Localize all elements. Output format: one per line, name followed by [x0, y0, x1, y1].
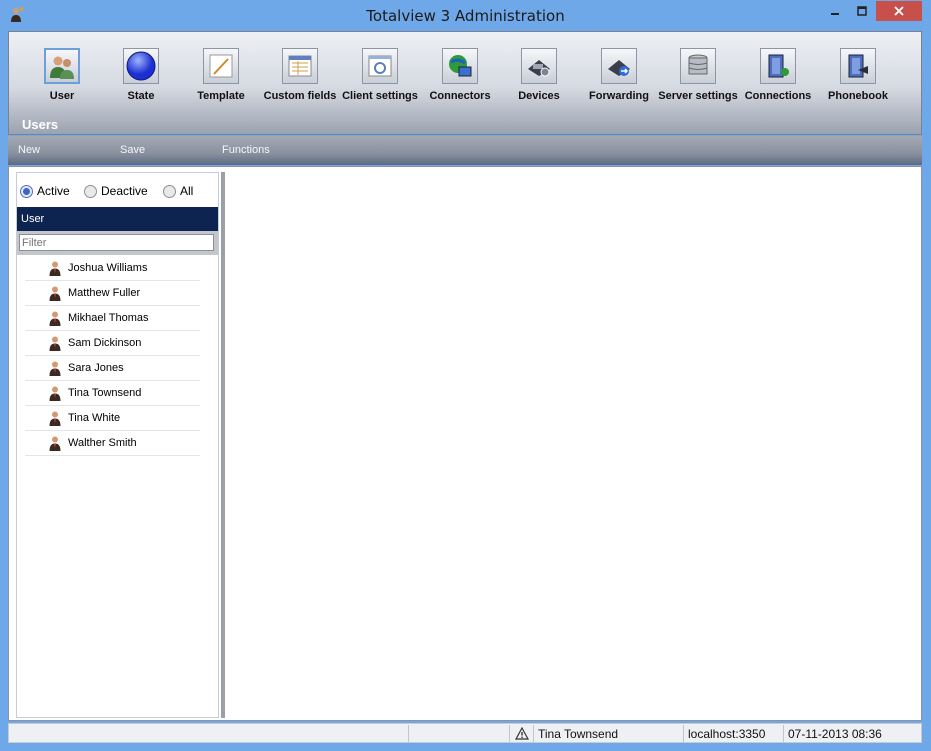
list-item[interactable]: Matthew Fuller [25, 281, 200, 306]
main-toolbar: User State Template Custom fields Client… [8, 31, 922, 135]
user-icon [49, 336, 61, 351]
filter-input[interactable] [19, 234, 214, 251]
filter-all-label: All [180, 184, 194, 198]
user-group-icon [44, 48, 80, 84]
user-icon [49, 411, 61, 426]
user-name: Tina White [68, 412, 121, 424]
toolbar-template[interactable]: Template [181, 48, 261, 102]
user-icon [49, 361, 61, 376]
forwarding-icon [601, 48, 637, 84]
template-icon [203, 48, 239, 84]
devices-icon [521, 48, 557, 84]
filter-bar [17, 231, 218, 255]
user-name: Tina Townsend [68, 387, 142, 399]
radio-checked-icon [20, 184, 33, 198]
toolbar-connectors[interactable]: Connectors [420, 48, 500, 102]
toolbar-devices-label: Devices [518, 90, 560, 102]
toolbar-server-settings[interactable]: Server settings [658, 48, 738, 102]
save-button[interactable]: Save [120, 144, 145, 156]
title-bar[interactable]: Totalview 3 Administration [0, 0, 931, 31]
toolbar-custom-fields-label: Custom fields [263, 90, 337, 102]
status-server: localhost:3350 [688, 727, 766, 741]
list-item[interactable]: Tina White [25, 406, 200, 431]
filter-deactive-label: Deactive [101, 184, 148, 198]
toolbar-user-label: User [49, 90, 75, 102]
radio-unchecked-icon [84, 184, 97, 198]
list-item[interactable]: Sara Jones [25, 356, 200, 381]
functions-button[interactable]: Functions [222, 144, 270, 156]
server-settings-icon [680, 48, 716, 84]
toolbar-devices[interactable]: Devices [499, 48, 579, 102]
close-icon [894, 6, 904, 16]
maximize-icon [856, 6, 867, 16]
toolbar-connectors-label: Connectors [429, 90, 491, 102]
list-item[interactable]: Tina Townsend [25, 381, 200, 406]
list-item[interactable]: Joshua Williams [25, 256, 200, 281]
toolbar-phonebook[interactable]: Phonebook [818, 48, 898, 102]
state-orb-icon [123, 48, 159, 84]
filter-all-radio[interactable]: All [163, 184, 193, 198]
user-name: Sara Jones [68, 362, 124, 374]
user-name: Walther Smith [68, 437, 137, 449]
detail-content-area [225, 168, 921, 719]
list-item[interactable]: Sam Dickinson [25, 331, 200, 356]
status-bar: Tina Townsend localhost:3350 07-11-2013 … [8, 723, 922, 743]
user-name: Joshua Williams [68, 262, 148, 274]
toolbar-forwarding[interactable]: Forwarding [579, 48, 659, 102]
toolbar-template-label: Template [197, 90, 245, 102]
toolbar-state-label: State [127, 90, 155, 102]
section-title: Users [22, 117, 59, 132]
toolbar-state[interactable]: State [101, 48, 181, 102]
user-name: Mikhael Thomas [68, 312, 149, 324]
list-item[interactable]: Walther Smith [25, 431, 200, 456]
user-name: Matthew Fuller [68, 287, 141, 299]
filter-active-radio[interactable]: Active [20, 184, 70, 198]
user-icon [49, 311, 61, 326]
toolbar-phonebook-label: Phonebook [828, 90, 888, 102]
window-title: Totalview 3 Administration [366, 7, 565, 25]
user-icon [49, 286, 61, 301]
toolbar-forwarding-label: Forwarding [589, 90, 649, 102]
connectors-icon [442, 48, 478, 84]
client-settings-icon [362, 48, 398, 84]
new-button[interactable]: New [18, 144, 40, 156]
toolbar-connections-label: Connections [744, 90, 812, 102]
toolbar-client-settings[interactable]: Client settings [340, 48, 420, 102]
status-user: Tina Townsend [538, 727, 619, 741]
user-icon [49, 261, 61, 276]
toolbar-custom-fields[interactable]: Custom fields [260, 48, 340, 102]
user-name: Sam Dickinson [68, 337, 142, 349]
radio-unchecked-icon [163, 184, 176, 198]
user-list-header[interactable]: User [17, 207, 218, 231]
user-icon [49, 436, 61, 451]
connections-icon [760, 48, 796, 84]
status-datetime: 07-11-2013 08:36 [788, 727, 882, 741]
status-filter: Active Deactive All [20, 184, 220, 202]
toolbar-connections[interactable]: Connections [738, 48, 818, 102]
filter-deactive-radio[interactable]: Deactive [84, 184, 148, 198]
phonebook-icon [840, 48, 876, 84]
toolbar-client-settings-label: Client settings [342, 90, 418, 102]
status-divider [509, 725, 510, 742]
status-divider [408, 725, 409, 742]
app-window: Totalview 3 Administration User State Te… [0, 0, 931, 751]
action-bar: New Save Functions [8, 136, 922, 165]
filter-active-label: Active [37, 184, 70, 198]
status-divider [783, 725, 784, 742]
toolbar-server-settings-label: Server settings [658, 90, 738, 102]
user-list-panel: Active Deactive All User Joshua Williams… [16, 172, 219, 718]
list-item[interactable]: Mikhael Thomas [25, 306, 200, 331]
user-icon [49, 386, 61, 401]
close-button[interactable] [876, 1, 922, 21]
status-divider [533, 725, 534, 742]
user-list: Joshua Williams Matthew Fuller Mikhael T… [25, 256, 200, 456]
status-divider [683, 725, 684, 742]
custom-fields-icon [282, 48, 318, 84]
client-area: Active Deactive All User Joshua Williams… [8, 166, 922, 721]
toolbar-user[interactable]: User [22, 48, 102, 102]
maximize-button[interactable] [848, 1, 875, 21]
minimize-icon [830, 13, 839, 15]
minimize-button[interactable] [821, 1, 848, 21]
warning-icon [515, 727, 529, 740]
